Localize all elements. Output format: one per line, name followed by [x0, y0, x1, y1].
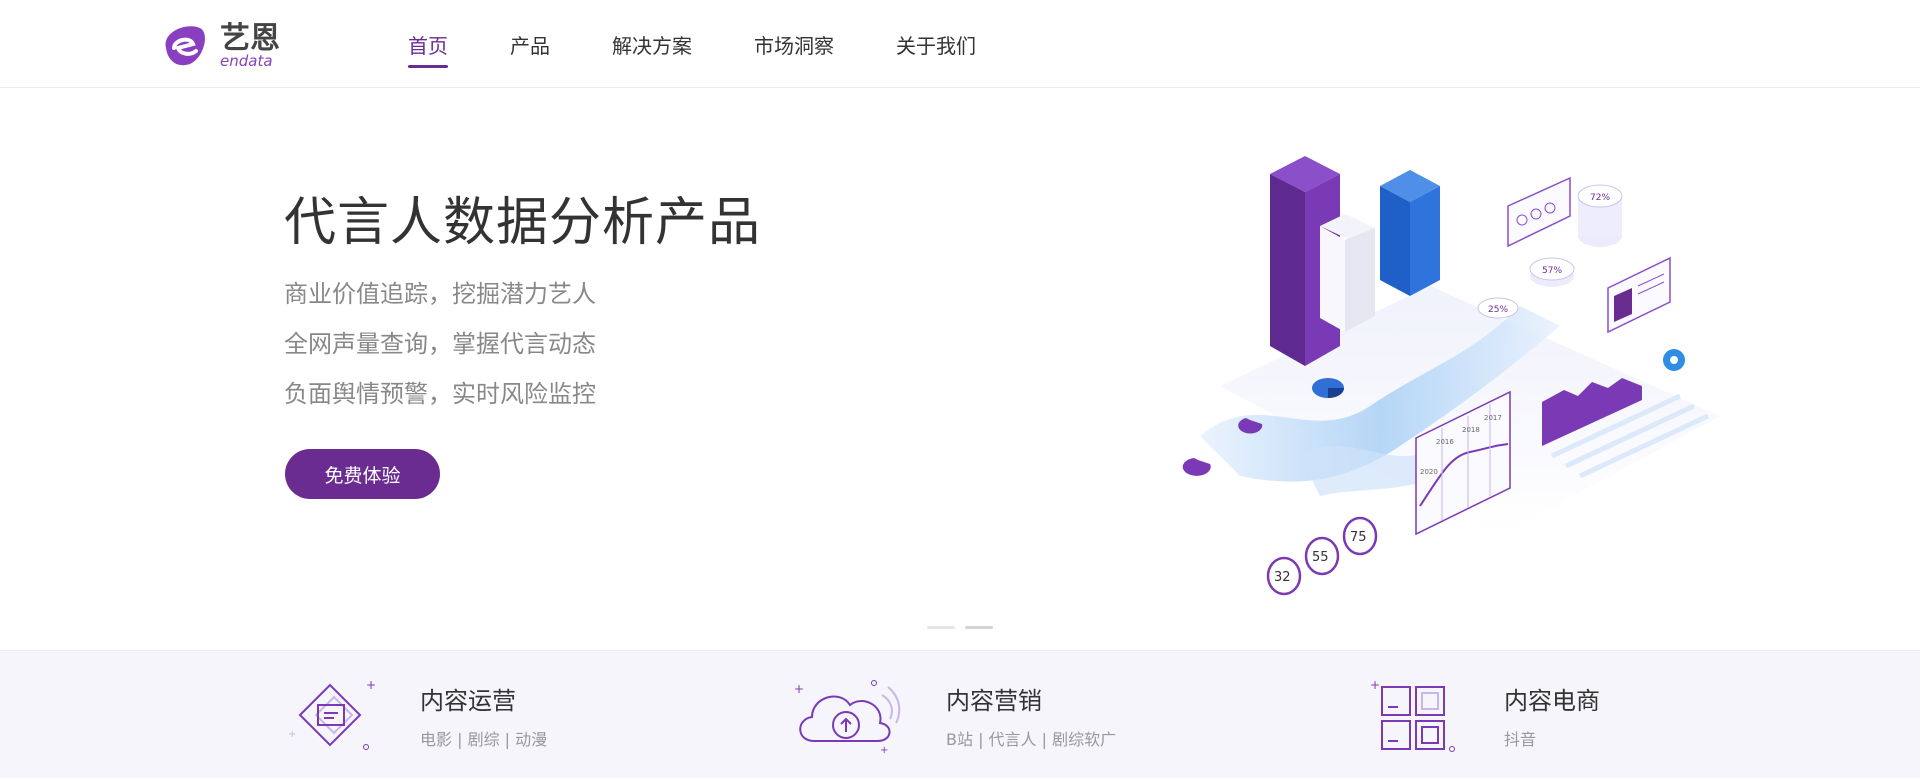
feature-content-operation[interactable]: + + 内容运营 电影 | 剧综 | 动漫	[282, 651, 547, 778]
feature-subtitle: 抖音	[1504, 729, 1537, 749]
feature-subtitle: B站 | 代言人 | 剧综软广	[946, 729, 1117, 749]
cloud-upload-icon: + +	[794, 680, 901, 755]
hero-line: 全网声量查询，掌握代言动态	[284, 330, 596, 358]
hero-feature-list: 商业价值追踪，挖掘潜力艺人 全网声量查询，掌握代言动态 负面舆情预警，实时风险监…	[284, 276, 596, 426]
svg-text:+: +	[288, 729, 296, 740]
svg-text:+: +	[1370, 678, 1380, 692]
hero-line: 负面舆情预警，实时风险监控	[284, 380, 596, 408]
svg-text:+: +	[880, 745, 888, 755]
dial-number: 75	[1350, 530, 1367, 545]
nav-home[interactable]: 首页	[408, 0, 448, 88]
logo-en-text: endata	[220, 52, 273, 70]
dial-number: 55	[1312, 550, 1329, 565]
nav-products[interactable]: 产品	[510, 0, 550, 88]
year-label: 2017	[1484, 414, 1502, 422]
percent-label: 25%	[1488, 305, 1508, 315]
feature-subtitle: 电影 | 剧综 | 动漫	[420, 729, 548, 749]
hero-banner: 代言人数据分析产品 商业价值追踪，挖掘潜力艺人 全网声量查询，掌握代言动态 负面…	[0, 88, 1920, 650]
feature-title: 内容运营	[420, 686, 516, 715]
nav-insights[interactable]: 市场洞察	[754, 0, 834, 88]
year-label: 2018	[1462, 426, 1480, 434]
svg-text:+: +	[366, 678, 376, 692]
carousel-dot[interactable]	[965, 626, 993, 629]
logo-cn-text: 艺恩	[220, 21, 280, 56]
percent-label: 72%	[1590, 193, 1610, 203]
carousel-indicators	[927, 626, 993, 629]
nav-solutions[interactable]: 解决方案	[612, 0, 692, 88]
nav-about[interactable]: 关于我们	[896, 0, 976, 88]
year-label: 2020	[1420, 468, 1438, 476]
hero-line: 商业价值追踪，挖掘潜力艺人	[284, 280, 596, 308]
percent-label: 57%	[1542, 266, 1562, 276]
diamond-doc-icon: + +	[288, 678, 376, 750]
free-trial-button[interactable]: 免费体验	[285, 449, 440, 499]
feature-content-ecommerce[interactable]: + 内容电商 抖音	[1366, 651, 1600, 778]
feature-title: 内容电商	[1504, 686, 1600, 715]
feature-strip: + + 内容运营 电影 | 剧综 | 动漫 + + 内容营销 B站 | 代言人 …	[0, 650, 1920, 778]
carousel-dot[interactable]	[927, 626, 955, 629]
feature-content-marketing[interactable]: + + 内容营销 B站 | 代言人 | 剧综软广	[792, 651, 1116, 778]
top-header: 艺恩 endata 首页 产品 解决方案 市场洞察 关于我们	[0, 0, 1920, 88]
endata-logo[interactable]: 艺恩 endata	[160, 18, 300, 72]
isometric-data-illustration: 57% 72% 25% 2016 2018 2017 2020 32 55 75	[1182, 156, 1720, 596]
main-nav: 首页 产品 解决方案 市场洞察 关于我们	[408, 0, 1038, 88]
feature-title: 内容营销	[946, 686, 1042, 715]
grid-boxes-icon: +	[1370, 678, 1455, 752]
hero-title: 代言人数据分析产品	[284, 193, 762, 253]
year-label: 2016	[1436, 438, 1454, 446]
svg-text:+: +	[794, 682, 804, 696]
dial-number: 32	[1274, 570, 1291, 585]
